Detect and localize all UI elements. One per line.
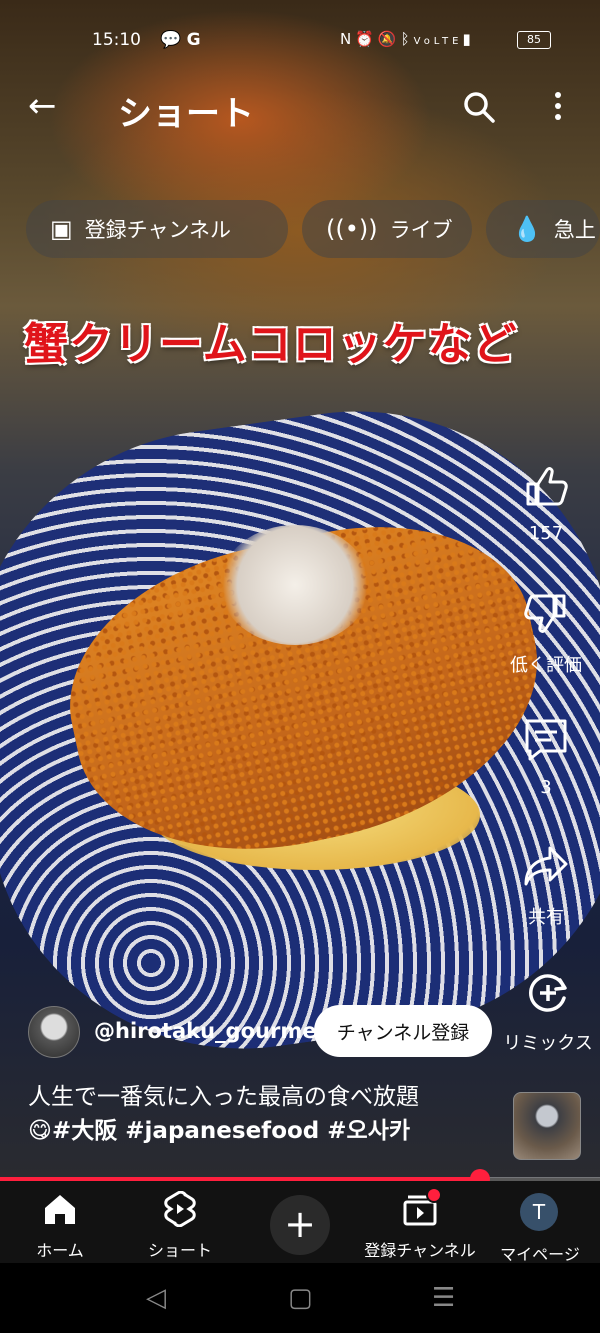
nav-shorts-label: ショート [147,1241,212,1260]
user-avatar[interactable]: T [520,1193,558,1231]
volte-icon: VoLTE [413,36,463,47]
like-count: 157 [528,523,564,544]
sound-thumbnail[interactable] [513,1092,581,1160]
remix-label: リミックス [503,1033,593,1054]
remix-button[interactable]: リミックス [496,968,600,1055]
nav-subscriptions-label: 登録チャンネル [364,1241,476,1260]
nfc-icon: N [340,30,356,48]
comment-count: 3 [540,777,552,798]
nav-subscriptions[interactable]: 登録チャンネル [360,1191,480,1261]
chip-live[interactable]: ((•)) ライブ [302,200,472,258]
google-icon: G [186,30,201,50]
channel-handle[interactable]: @hirotaku_gourmet [94,1019,327,1043]
home-square-icon[interactable]: ▢ [288,1283,313,1313]
chip-label: ライブ [389,218,453,242]
crab-meat [220,525,370,645]
subscriptions-icon: ▣ [50,215,73,243]
nav-home-label: ホーム [36,1241,84,1260]
page-title: ショート [118,94,254,134]
hashtags[interactable]: #大阪 #japanesefood #오사카 [52,1118,410,1144]
remix-icon [529,974,567,1012]
description-text: 人生で一番気に入った最高の食べ放題 [28,1084,419,1110]
bluetooth-icon: ᛒ [400,30,414,48]
subscribe-button[interactable]: チャンネル登録 [314,1005,492,1057]
search-icon[interactable] [462,90,496,124]
status-left-icons: 💬 G [160,30,201,50]
nav-mypage-label: マイページ [500,1245,580,1264]
video-description[interactable]: 人生で一番気に入った最高の食べ放題 😋#大阪 #japanesefood #오사… [28,1080,419,1148]
dislike-label: 低く評価 [510,655,582,676]
video-overlay-caption: 蟹クリームコロッケなど [24,319,518,370]
description-tags-line: 😋#大阪 #japanesefood #오사카 [28,1114,419,1148]
share-button[interactable]: 共有 [501,842,591,929]
back-arrow-icon[interactable]: ← [28,88,57,124]
shorts-icon [164,1190,196,1228]
thumbs-up-icon [526,467,568,506]
status-bar: 15:10 💬 G N⏰🔕ᛒVoLTE▮ 85 [0,22,600,58]
live-icon: ((•)) [326,215,378,243]
thumbs-down-icon [524,594,566,633]
chip-trending[interactable]: 💧 急上 [486,200,600,258]
share-label: 共有 [528,907,564,928]
more-options-icon[interactable] [548,88,568,128]
battery-icon: 85 [517,31,551,49]
comments-button[interactable]: 3 [501,716,591,798]
chip-label: 急上 [553,218,596,242]
chip-label: 登録チャンネル [84,218,232,242]
status-right-icons: N⏰🔕ᛒVoLTE▮ [340,30,475,48]
share-icon [524,846,568,886]
create-plus-icon[interactable]: + [270,1195,330,1255]
back-triangle-icon[interactable]: ◁ [146,1283,166,1313]
mute-icon: 🔕 [377,30,401,48]
like-button[interactable]: 157 [501,462,591,544]
notification-dot [426,1187,442,1203]
chat-icon: 💬 [160,30,182,50]
5g-signal-icon: ▮ [462,30,475,48]
home-icon [45,1195,75,1224]
nav-shorts[interactable]: ショート [120,1190,240,1261]
trending-icon: 💧 [512,215,542,243]
yum-emoji-icon: 😋 [28,1118,52,1144]
comment-icon [525,719,567,761]
bottom-navigation: ホーム ショート + 登録チャンネル マイページ T [0,1181,600,1264]
dislike-button[interactable]: 低く評価 [501,590,591,677]
app-header: ← ショート [0,80,600,136]
nav-home[interactable]: ホーム [0,1191,120,1261]
status-time: 15:10 [92,30,141,50]
chip-subscriptions[interactable]: ▣ 登録チャンネル [26,200,288,258]
alarm-icon: ⏰ [355,30,378,48]
channel-avatar[interactable] [28,1006,80,1058]
recents-menu-icon[interactable]: ☰ [432,1283,455,1313]
system-navigation-bar: ◁ ▢ ☰ [0,1263,600,1333]
